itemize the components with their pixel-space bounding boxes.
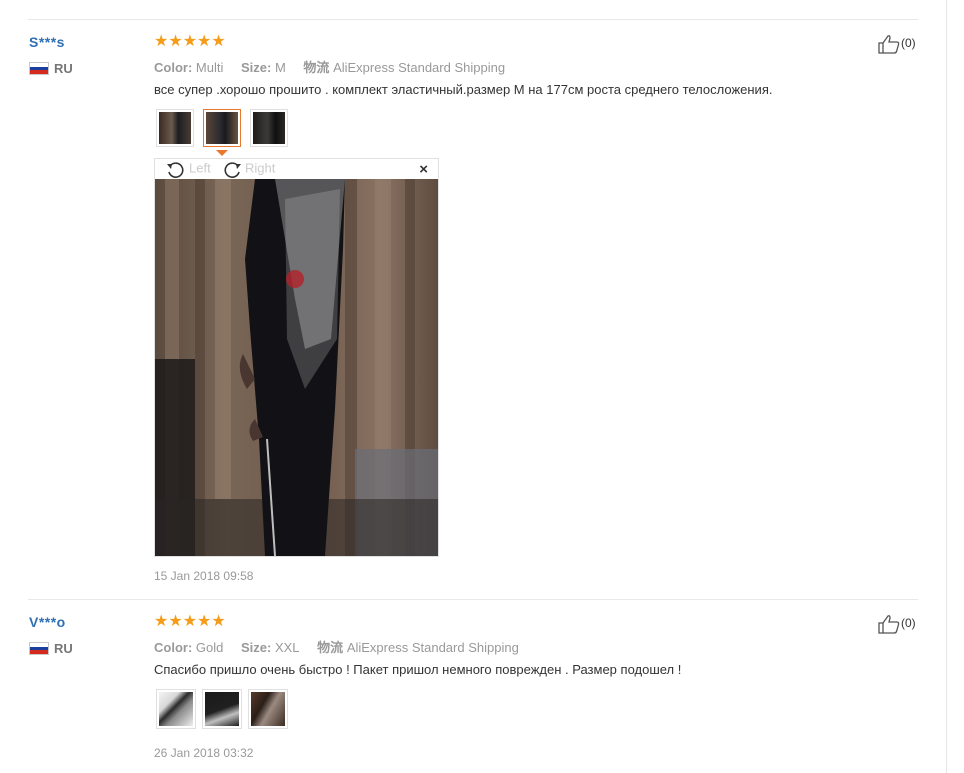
viewer-toolbar: Left Right × bbox=[155, 159, 438, 179]
reviewer-name[interactable]: S***s bbox=[29, 34, 65, 50]
star-rating: ★★★★★ bbox=[154, 613, 226, 630]
thumbs-up-icon bbox=[878, 615, 900, 634]
top-divider bbox=[28, 19, 918, 20]
color-label: Color: bbox=[154, 60, 193, 75]
size-label: Size: bbox=[241, 640, 272, 655]
rotate-left-label: Left bbox=[189, 160, 211, 176]
rotate-left-button[interactable]: Left bbox=[165, 160, 211, 178]
close-icon[interactable]: × bbox=[419, 161, 428, 178]
review-text: все супер .хорошо прошито . комплект эла… bbox=[154, 82, 773, 97]
color-value: Gold bbox=[195, 640, 224, 655]
color-value: Multi bbox=[195, 60, 224, 75]
review-photo-thumb[interactable] bbox=[156, 689, 196, 729]
active-thumb-caret bbox=[216, 150, 228, 156]
photo-viewer: Left Right × bbox=[154, 158, 439, 557]
review-attributes: Color: Gold Size: XXL 物流 AliExpress Stan… bbox=[154, 637, 533, 656]
rotate-right-icon bbox=[224, 162, 241, 178]
reviewer-name[interactable]: V***o bbox=[29, 614, 66, 630]
like-count: (0) bbox=[901, 616, 916, 631]
review-photo-thumb[interactable] bbox=[156, 109, 194, 147]
review-photo-thumb[interactable] bbox=[202, 689, 242, 729]
like-count: (0) bbox=[901, 36, 916, 51]
review-date: 15 Jan 2018 09:58 bbox=[154, 569, 254, 583]
flag-ru-icon bbox=[29, 642, 49, 655]
review-attributes: Color: Multi Size: M 物流 AliExpress Stand… bbox=[154, 57, 519, 76]
size-value: M bbox=[274, 60, 286, 75]
shipping-label: 物流 bbox=[317, 640, 344, 655]
like-button[interactable]: (0) bbox=[877, 34, 916, 54]
shipping-label: 物流 bbox=[303, 60, 330, 75]
shipping-value: AliExpress Standard Shipping bbox=[333, 60, 506, 75]
color-label: Color: bbox=[154, 640, 193, 655]
review-date: 26 Jan 2018 03:32 bbox=[154, 746, 254, 760]
reviewer-country: RU bbox=[54, 641, 73, 656]
thumbs-up-icon bbox=[878, 35, 900, 54]
rotate-right-button[interactable]: Right bbox=[221, 160, 275, 178]
size-value: XXL bbox=[274, 640, 300, 655]
size-label: Size: bbox=[240, 60, 272, 75]
right-divider bbox=[946, 0, 947, 773]
review-photo-thumb[interactable] bbox=[248, 689, 288, 729]
rotate-left-icon bbox=[167, 162, 184, 178]
review-text: Спасибо пришло очень быстро ! Пакет приш… bbox=[154, 662, 682, 677]
shipping-value: AliExpress Standard Shipping bbox=[346, 640, 519, 655]
review-divider bbox=[28, 599, 918, 600]
star-rating: ★★★★★ bbox=[154, 33, 226, 50]
reviewer-country: RU bbox=[54, 61, 73, 76]
review-photo-large bbox=[155, 179, 438, 556]
like-button[interactable]: (0) bbox=[877, 614, 916, 634]
review-photo-thumb[interactable] bbox=[250, 109, 288, 147]
review-photo-image bbox=[155, 179, 438, 556]
flag-ru-icon bbox=[29, 62, 49, 75]
rotate-right-label: Right bbox=[245, 160, 276, 176]
review-photo-thumb-active[interactable] bbox=[203, 109, 241, 147]
